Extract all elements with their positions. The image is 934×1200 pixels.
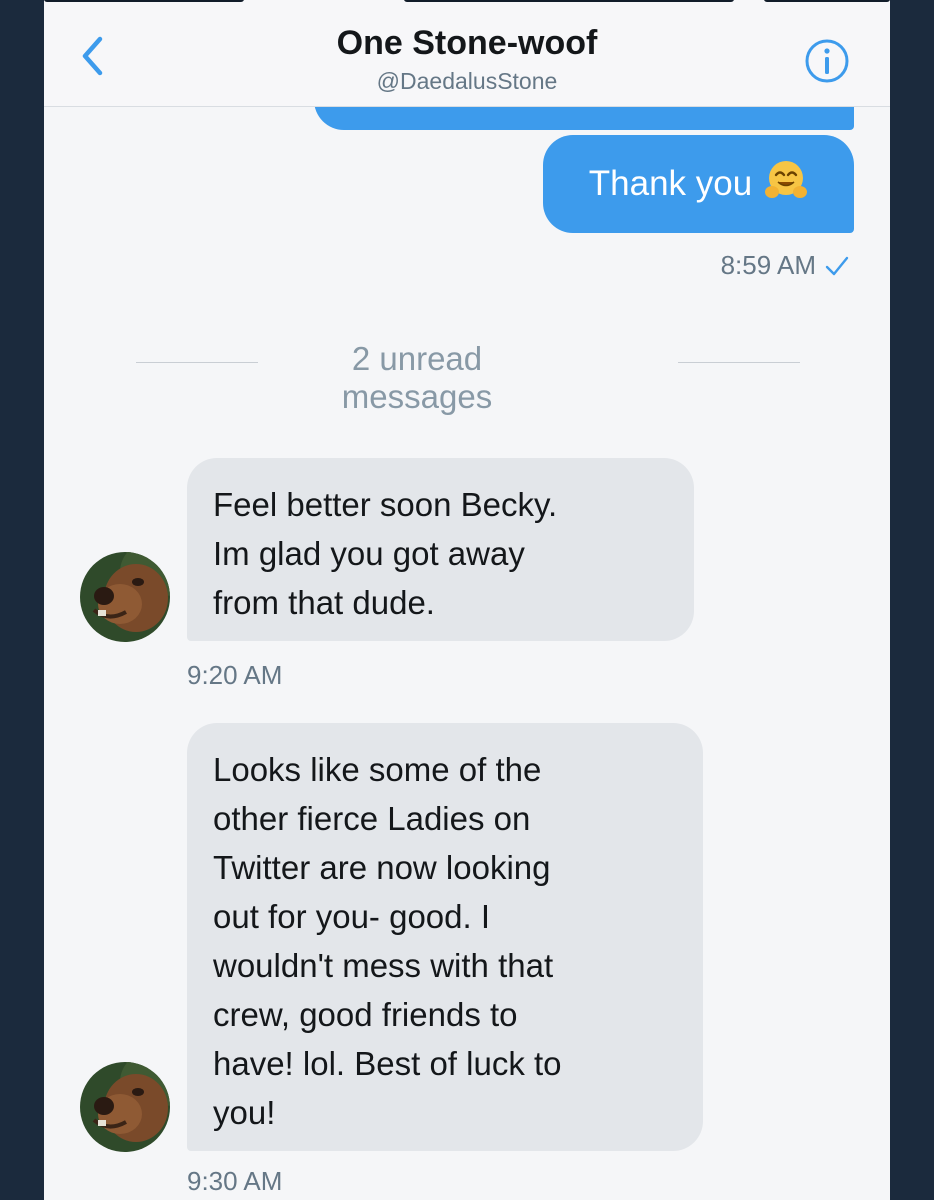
incoming-message-bubble[interactable]: Looks like some of the other fierce Ladi… — [187, 723, 703, 1151]
message-line: from that dude. — [213, 584, 435, 621]
status-bar-fragment — [44, 0, 244, 2]
conversation-title[interactable]: One Stone-woof — [44, 24, 890, 63]
message-line: Twitter are now looking — [213, 849, 551, 886]
outgoing-message-meta: 8:59 AM — [721, 250, 850, 281]
divider-line-right — [678, 362, 800, 363]
outgoing-message-bubble[interactable]: Thank you — [543, 135, 854, 233]
message-line: you! — [213, 1094, 276, 1131]
message-line: have! lol. Best of luck to — [213, 1045, 562, 1082]
status-bar-fragment — [764, 0, 890, 2]
message-line: other fierce Ladies on — [213, 800, 531, 837]
message-timestamp: 9:20 AM — [187, 660, 283, 690]
message-timestamp: 9:30 AM — [187, 1166, 283, 1196]
conversation-header: One Stone-woof @DaedalusStone — [44, 0, 890, 107]
divider-line-left — [136, 362, 258, 363]
dm-conversation-screen: One Stone-woof @DaedalusStone Thank you … — [44, 0, 890, 1200]
info-button[interactable] — [804, 38, 850, 84]
message-line: Im glad you got away — [213, 535, 525, 572]
message-line: wouldn't mess with that — [213, 947, 554, 984]
hugging-face-icon — [764, 158, 808, 211]
message-line: Looks like some of the — [213, 751, 542, 788]
status-bar-fragment — [404, 0, 734, 2]
message-line: out for you- good. I — [213, 898, 491, 935]
message-line: Feel better soon Becky. — [213, 486, 558, 523]
message-timestamp: 8:59 AM — [720, 250, 816, 280]
info-icon — [805, 39, 849, 83]
message-text: Thank you — [588, 164, 753, 203]
checkmark-icon — [825, 256, 849, 275]
conversation-handle[interactable]: @DaedalusStone — [44, 68, 890, 95]
unread-messages-divider: 2 unread messages — [341, 340, 493, 415]
sender-avatar[interactable] — [80, 1062, 170, 1152]
incoming-message-bubble[interactable]: Feel better soon Becky. Im glad you got … — [187, 458, 694, 641]
sender-avatar[interactable] — [80, 552, 170, 642]
message-line: crew, good friends to — [213, 996, 518, 1033]
